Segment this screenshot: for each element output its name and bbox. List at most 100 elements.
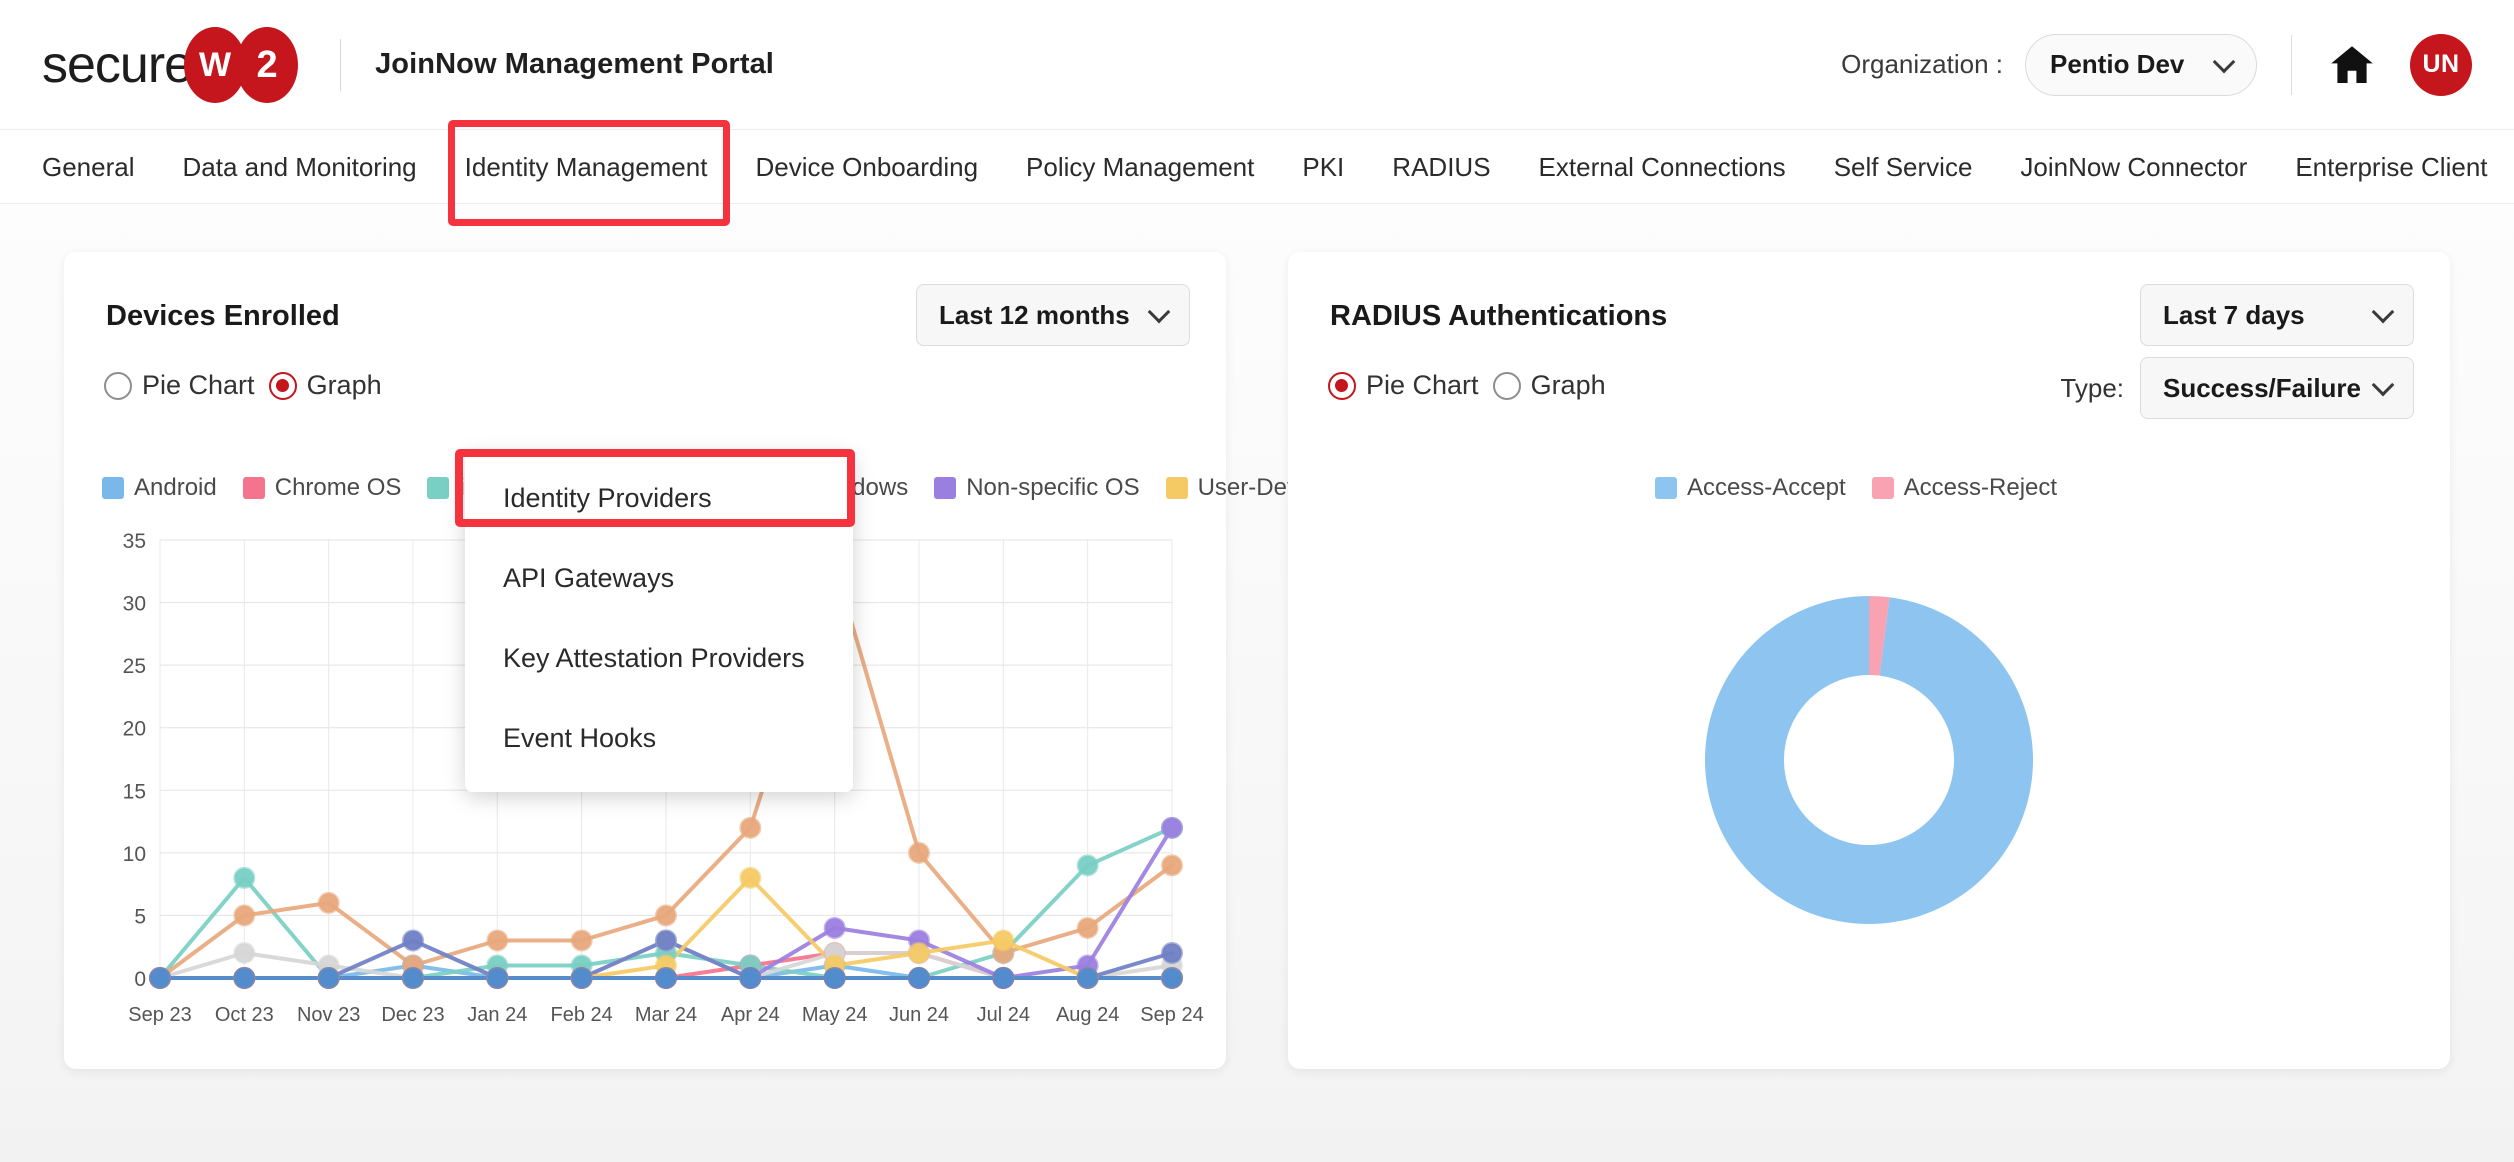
svg-text:15: 15 <box>123 780 146 803</box>
donut-slice[interactable] <box>1705 596 2033 924</box>
legend-item[interactable]: Non-specific OS <box>934 474 1140 502</box>
devices-radio-pie-chart[interactable]: Pie Chart <box>104 370 255 401</box>
avatar[interactable]: UN <box>2410 33 2472 96</box>
nav-item-identity-management[interactable]: Identity Management <box>465 152 708 183</box>
x-axis-tick-label: Nov 23 <box>296 1004 361 1026</box>
radio-dot <box>268 371 297 400</box>
devices-radio-graph-label: Graph <box>306 370 382 400</box>
radius-radio-pie-chart[interactable]: Pie Chart <box>1328 370 1479 401</box>
devices-card-title: Devices Enrolled <box>106 300 340 332</box>
logo-bubble-2-text: 2 <box>256 43 278 86</box>
nav-item-external-connections[interactable]: External Connections <box>1539 152 1786 183</box>
logo-bubbles: W 2 <box>184 26 299 103</box>
nav-item-joinnow-connector[interactable]: JoinNow Connector <box>2020 152 2247 183</box>
organization-selector[interactable]: Pentio Dev <box>2025 33 2257 96</box>
legend-swatch-icon <box>1871 477 1894 499</box>
legend-swatch-icon <box>102 477 124 499</box>
securew2-logo[interactable]: secure W 2 <box>42 26 299 103</box>
radio-dot <box>1328 371 1356 400</box>
x-axis-tick-label: Oct 23 <box>214 1004 274 1026</box>
chevron-down-icon <box>2371 300 2395 324</box>
header-right-group: Organization : Pentio Dev UN <box>1841 33 2472 96</box>
nav-item-self-service[interactable]: Self Service <box>1834 152 1973 183</box>
x-axis-tick-label: Mar 24 <box>634 1004 698 1026</box>
svg-text:0: 0 <box>134 968 146 991</box>
svg-text:10: 10 <box>123 843 146 866</box>
legend-item[interactable]: Access-Reject <box>1871 474 2058 502</box>
radio-dot <box>104 371 132 400</box>
menu-item-api-gateways[interactable]: API Gateways <box>465 538 853 618</box>
legend-label: Android <box>134 474 217 501</box>
devices-radio-pie-label: Pie Chart <box>142 370 255 400</box>
radius-type-label: Type: <box>2060 372 2124 403</box>
radius-mode-radio-group: Pie Chart Graph <box>1328 370 1620 401</box>
nav-item-radius[interactable]: RADIUS <box>1392 152 1490 183</box>
radius-type-value: Success/Failure <box>2163 372 2361 403</box>
legend-item[interactable]: Access-Accept <box>1654 474 1846 502</box>
x-axis-tick-label: Apr 24 <box>720 1004 780 1026</box>
legend-swatch-icon <box>242 477 265 499</box>
radius-authentications-card: RADIUS Authentications Last 7 days Pie C… <box>1288 252 2450 1069</box>
home-icon[interactable] <box>2326 41 2378 89</box>
legend-label: Chrome OS <box>274 474 402 501</box>
x-axis-tick-label: Sep 23 <box>128 1004 192 1026</box>
nav-item-data-and-monitoring[interactable]: Data and Monitoring <box>183 152 417 183</box>
app-header: secure W 2 JoinNow Management Portal Org… <box>0 0 2514 130</box>
x-axis-tick-label: Dec 23 <box>381 1004 445 1026</box>
radius-radio-pie-label: Pie Chart <box>1366 370 1479 400</box>
devices-range-value: Last 12 months <box>939 299 1130 330</box>
app-root: secure W 2 JoinNow Management Portal Org… <box>0 0 2514 1162</box>
x-axis-tick-label: Jan 24 <box>467 1004 528 1026</box>
svg-text:35: 35 <box>123 530 146 553</box>
radius-range-value: Last 7 days <box>2163 299 2305 330</box>
radio-dot <box>1492 371 1521 400</box>
header-divider-2 <box>2291 34 2292 95</box>
logo-bubble-w-text: W <box>199 45 232 84</box>
menu-item-event-hooks[interactable]: Event Hooks <box>465 698 853 778</box>
legend-swatch-icon <box>427 477 450 499</box>
radius-type-row: Type: Success/Failure <box>2060 357 2414 419</box>
devices-radio-graph[interactable]: Graph <box>268 370 382 401</box>
x-axis-tick-label: Sep 24 <box>1140 1004 1204 1026</box>
svg-text:20: 20 <box>123 718 146 741</box>
dashboard-content: Devices Enrolled Last 12 months Pie Char… <box>0 204 2514 1162</box>
devices-chart-x-axis: Sep 23 Oct 23 Nov 23 Dec 23 Jan 24 Feb 24 Mar … <box>102 1004 1203 1044</box>
organization-label: Organization : <box>1841 49 2003 79</box>
chevron-down-icon <box>2371 373 2395 397</box>
chevron-down-icon <box>1147 300 1171 324</box>
nav-item-enterprise-client[interactable]: Enterprise Client <box>2295 152 2487 183</box>
svg-text:30: 30 <box>123 593 146 616</box>
organization-value: Pentio Dev <box>2050 49 2185 79</box>
radius-range-selector[interactable]: Last 7 days <box>2140 284 2414 346</box>
radius-type-selector[interactable]: Success/Failure <box>2140 357 2414 419</box>
legend-label: Non-specific OS <box>966 474 1140 501</box>
nav-item-pki[interactable]: PKI <box>1302 152 1344 183</box>
legend-swatch-icon <box>1654 477 1677 499</box>
identity-management-dropdown: Identity Providers API Gateways Key Atte… <box>465 452 853 792</box>
radius-radio-graph[interactable]: Graph <box>1492 370 1606 401</box>
x-axis-tick-label: Feb 24 <box>550 1004 613 1026</box>
menu-item-identity-providers[interactable]: Identity Providers <box>465 458 853 538</box>
legend-item[interactable]: Chrome OS <box>242 474 402 502</box>
nav-item-policy-management[interactable]: Policy Management <box>1026 152 1254 183</box>
logo-bubble-2: 2 <box>236 26 299 103</box>
legend-label: Access-Accept <box>1686 474 1846 501</box>
menu-item-key-attestation-providers[interactable]: Key Attestation Providers <box>465 618 853 698</box>
svg-text:5: 5 <box>134 905 146 928</box>
chevron-down-icon <box>2212 50 2236 73</box>
logo-wordmark: secure <box>42 35 193 94</box>
devices-range-selector[interactable]: Last 12 months <box>916 284 1190 346</box>
nav-item-device-onboarding[interactable]: Device Onboarding <box>755 152 978 183</box>
radius-card-title: RADIUS Authentications <box>1330 300 1668 332</box>
x-axis-tick-label: Aug 24 <box>1055 1004 1120 1026</box>
page-title: JoinNow Management Portal <box>375 48 774 80</box>
radius-chart-legend: Access-Accept Access-Reject <box>1288 474 2450 502</box>
legend-label: Access-Reject <box>1903 474 2058 501</box>
header-divider <box>340 38 342 91</box>
radius-radio-graph-label: Graph <box>1530 370 1606 400</box>
main-navigation: General Data and Monitoring Identity Man… <box>0 131 2514 204</box>
legend-item[interactable]: Android <box>102 474 217 502</box>
legend-swatch-icon <box>1165 477 1188 499</box>
nav-item-general[interactable]: General <box>42 152 135 183</box>
radius-donut-svg <box>1705 596 2033 924</box>
